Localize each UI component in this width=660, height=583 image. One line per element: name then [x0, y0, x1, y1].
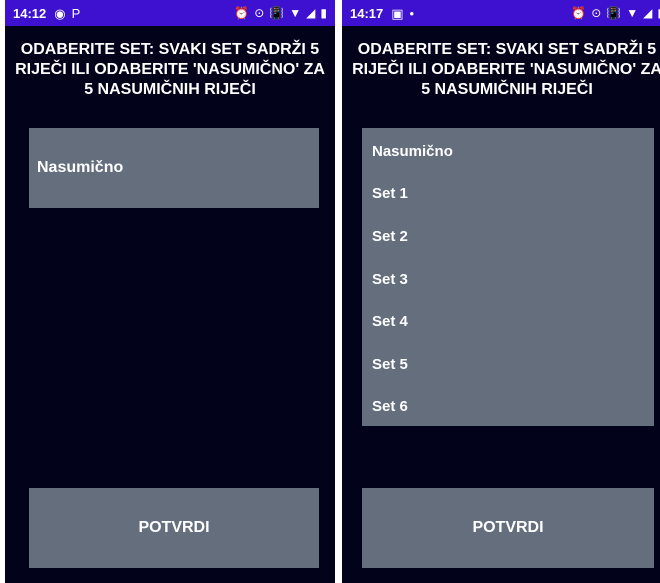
- option-set-4[interactable]: Set 4: [362, 300, 654, 343]
- option-set-1[interactable]: Set 1: [362, 173, 654, 216]
- more-notifications-icon: •: [409, 5, 415, 21]
- status-left-icons: ◉ P: [54, 7, 80, 20]
- instruction-text: ODABERITE SET: SVAKI SET SADRŽI 5 RIJEČI…: [15, 41, 325, 98]
- set-options-list: Nasumično Set 1 Set 2 Set 3 Set 4 Set 5 …: [362, 128, 654, 426]
- option-set-5[interactable]: Set 5: [362, 343, 654, 386]
- status-left-icons: ▣ •: [391, 7, 414, 20]
- vibrate-icon: 📳: [606, 6, 622, 20]
- selected-option-label: Nasumično: [37, 159, 124, 176]
- option-nasumicno[interactable]: Nasumično: [362, 130, 654, 173]
- wifi-icon: ▼: [626, 6, 639, 20]
- option-set-3[interactable]: Set 3: [362, 258, 654, 301]
- status-bar: 14:17 ▣ • ⏰ ⊙ 📳 ▼ ◢ ▮: [342, 0, 660, 26]
- notification-icon: ◉: [54, 5, 66, 21]
- screen-expanded: 14:17 ▣ • ⏰ ⊙ 📳 ▼ ◢ ▮ ODABERITE SET: SVA…: [342, 0, 660, 583]
- status-bar: 14:12 ◉ P ⏰ ⊙ 📳 ▼ ◢ ▮: [5, 0, 335, 26]
- data-saver-icon: ⊙: [254, 6, 265, 20]
- alarm-icon: ⏰: [234, 6, 250, 20]
- option-set-2[interactable]: Set 2: [362, 215, 654, 258]
- battery-icon: ▮: [320, 6, 327, 20]
- app-notification-icon: P: [71, 5, 81, 21]
- alarm-icon: ⏰: [571, 6, 587, 20]
- data-saver-icon: ⊙: [591, 6, 602, 20]
- signal-icon: ◢: [643, 6, 653, 20]
- status-time: 14:12: [13, 5, 47, 21]
- confirm-button[interactable]: POTVRDI: [29, 488, 319, 568]
- option-set-6[interactable]: Set 6: [362, 386, 654, 429]
- signal-icon: ◢: [306, 6, 316, 20]
- status-right-icons: ⏰ ⊙ 📳 ▼ ◢ ▮: [234, 7, 327, 19]
- instruction-text: ODABERITE SET: SVAKI SET SADRŽI 5 RIJEČI…: [352, 41, 660, 98]
- status-time: 14:17: [350, 5, 384, 21]
- vibrate-icon: 📳: [269, 6, 285, 20]
- screenshot-pair: 14:12 ◉ P ⏰ ⊙ 📳 ▼ ◢ ▮ ODABERITE SET: SVA…: [0, 0, 660, 583]
- set-selector[interactable]: Nasumično: [29, 128, 319, 208]
- gallery-notification-icon: ▣: [391, 5, 404, 21]
- screen-collapsed: 14:12 ◉ P ⏰ ⊙ 📳 ▼ ◢ ▮ ODABERITE SET: SVA…: [5, 0, 335, 583]
- wifi-icon: ▼: [289, 6, 302, 20]
- confirm-button[interactable]: POTVRDI: [362, 488, 654, 568]
- status-right-icons: ⏰ ⊙ 📳 ▼ ◢ ▮: [571, 7, 660, 19]
